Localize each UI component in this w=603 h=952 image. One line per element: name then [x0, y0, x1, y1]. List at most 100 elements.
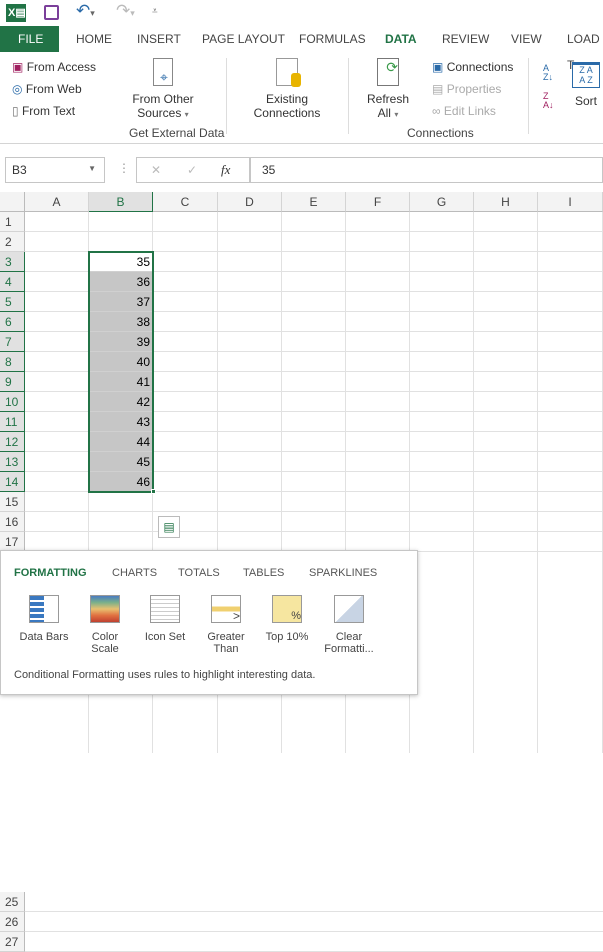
tab-formulas[interactable]: FORMULAS — [299, 26, 366, 52]
fill-handle[interactable] — [151, 489, 156, 494]
from-other-sources-button[interactable]: ⌖ From Other Sources ▾ — [128, 58, 198, 120]
row-header-9[interactable]: 9 — [0, 372, 25, 392]
column-header-A[interactable]: A — [25, 192, 89, 212]
column-header-B[interactable]: B — [89, 192, 153, 212]
divider — [528, 58, 529, 134]
gridline — [537, 212, 538, 753]
row-header-6[interactable]: 6 — [0, 312, 25, 332]
tab-review[interactable]: REVIEW — [442, 26, 489, 52]
edit-links-button[interactable]: ∞ Edit Links — [432, 104, 496, 118]
qa-tab-formatting[interactable]: FORMATTING — [14, 567, 87, 579]
option-label: Icon Set — [144, 631, 186, 643]
row-header-5[interactable]: 5 — [0, 292, 25, 312]
option-label: Top 10% — [265, 631, 309, 643]
column-header-E[interactable]: E — [282, 192, 346, 212]
from-access-button[interactable]: ▣ From Access — [12, 60, 96, 74]
tab-view[interactable]: VIEW — [511, 26, 542, 52]
chevron-down-icon[interactable]: ▼ — [88, 164, 96, 173]
sort-z-a-button[interactable]: Z A↓ — [543, 92, 554, 110]
option-label: Data Bars — [19, 631, 69, 643]
greater-than-option[interactable]: > Greater Than — [196, 595, 256, 655]
redo-icon[interactable]: ↷▾ — [116, 1, 135, 21]
row-header-13[interactable]: 13 — [0, 452, 25, 472]
quick-analysis-button[interactable]: ▤ — [158, 516, 180, 538]
row-header-14[interactable]: 14 — [0, 472, 25, 492]
gridline — [25, 231, 603, 232]
row-header-10[interactable]: 10 — [0, 392, 25, 412]
existing-connections-icon — [276, 58, 301, 87]
refresh-all-button[interactable]: ⟳ Refresh All ▾ — [362, 58, 414, 120]
sort-label: Sort — [574, 94, 597, 108]
divider — [348, 58, 349, 134]
all-label: All — [377, 106, 391, 120]
column-header-G[interactable]: G — [410, 192, 474, 212]
row-header-26[interactable]: 26 — [0, 912, 25, 932]
qa-tab-tables[interactable]: TABLES — [243, 567, 284, 579]
row-header-11[interactable]: 11 — [0, 412, 25, 432]
gridline — [25, 911, 603, 912]
existing-connections-button[interactable]: Existing Connections — [252, 58, 322, 120]
top-10-percent-option[interactable]: % Top 10% — [257, 595, 317, 643]
clear-formatting-option[interactable]: Clear Formatti... — [319, 595, 379, 655]
quick-analysis-popup: FORMATTING CHARTS TOTALS TABLES SPARKLIN… — [0, 550, 418, 695]
ribbon-tabs: FILE HOME INSERT PAGE LAYOUT FORMULAS DA… — [0, 26, 603, 72]
name-box[interactable]: B3 ▼ — [5, 157, 105, 183]
connections-button[interactable]: ▣ Connections — [432, 60, 513, 74]
gridline — [25, 931, 603, 932]
tab-load-test[interactable]: LOAD T — [567, 26, 603, 72]
formula-input[interactable]: 35 — [250, 157, 603, 183]
connections-label: Connections — [446, 60, 514, 74]
quick-access-toolbar: X▤ ↶▾ ↷▾ ⩡ — [0, 0, 603, 26]
access-icon: ▣ — [12, 60, 24, 74]
undo-icon[interactable]: ↶▾ — [76, 1, 95, 21]
row-header-8[interactable]: 8 — [0, 352, 25, 372]
option-label: Greater — [207, 631, 245, 643]
gridline — [25, 531, 603, 532]
data-bars-option[interactable]: Data Bars — [14, 595, 74, 643]
from-text-button[interactable]: ▯ From Text — [12, 104, 75, 118]
enter-icon[interactable]: ✓ — [187, 163, 197, 177]
from-web-button[interactable]: ◎ From Web — [12, 82, 82, 96]
column-header-D[interactable]: D — [218, 192, 282, 212]
formula-buttons: ✕ ✓ fx — [136, 157, 250, 183]
column-header-I[interactable]: I — [538, 192, 603, 212]
insert-function-button[interactable]: fx — [221, 162, 230, 178]
data-bars-icon — [29, 595, 59, 623]
column-header-F[interactable]: F — [346, 192, 410, 212]
row-header-27[interactable]: 27 — [0, 932, 25, 952]
eraser-icon — [334, 595, 364, 623]
row-header-15[interactable]: 15 — [0, 492, 25, 512]
row-header-3[interactable]: 3 — [0, 252, 25, 272]
row-header-25[interactable]: 25 — [0, 892, 25, 912]
row-header-1[interactable]: 1 — [0, 212, 25, 232]
from-web-label: From Web — [25, 82, 82, 96]
sort-button[interactable]: Z AA Z Sort — [572, 62, 600, 108]
column-header-H[interactable]: H — [474, 192, 538, 212]
row-header-16[interactable]: 16 — [0, 512, 25, 532]
column-header-C[interactable]: C — [153, 192, 218, 212]
row-header-4[interactable]: 4 — [0, 272, 25, 292]
row-header-12[interactable]: 12 — [0, 432, 25, 452]
customize-icon[interactable]: ⩡ — [152, 6, 158, 17]
properties-button[interactable]: ▤ Properties — [432, 82, 501, 96]
tab-home[interactable]: HOME — [76, 26, 112, 52]
sort-a-z-button[interactable]: A Z↓ — [543, 64, 553, 82]
cancel-icon[interactable]: ✕ — [151, 163, 161, 177]
save-icon[interactable] — [44, 5, 59, 20]
qa-tab-totals[interactable]: TOTALS — [178, 567, 220, 579]
row-header-7[interactable]: 7 — [0, 332, 25, 352]
tab-page-layout[interactable]: PAGE LAYOUT — [202, 26, 285, 52]
ribbon: ▣ From Access ◎ From Web ▯ From Text ⌖ F… — [0, 52, 603, 144]
select-all-button[interactable] — [0, 192, 25, 212]
option-label: Scale — [91, 643, 119, 655]
icon-set-option[interactable]: Icon Set — [135, 595, 195, 643]
row-header-17[interactable]: 17 — [0, 532, 25, 552]
row-header-2[interactable]: 2 — [0, 232, 25, 252]
tab-file[interactable]: FILE — [0, 26, 59, 52]
tab-insert[interactable]: INSERT — [137, 26, 181, 52]
formula-bar-grip[interactable]: ⋮ — [118, 161, 130, 175]
qa-tab-sparklines[interactable]: SPARKLINES — [309, 567, 377, 579]
tab-data[interactable]: DATA — [385, 26, 417, 52]
qa-tab-charts[interactable]: CHARTS — [112, 567, 157, 579]
color-scale-option[interactable]: Color Scale — [75, 595, 135, 655]
